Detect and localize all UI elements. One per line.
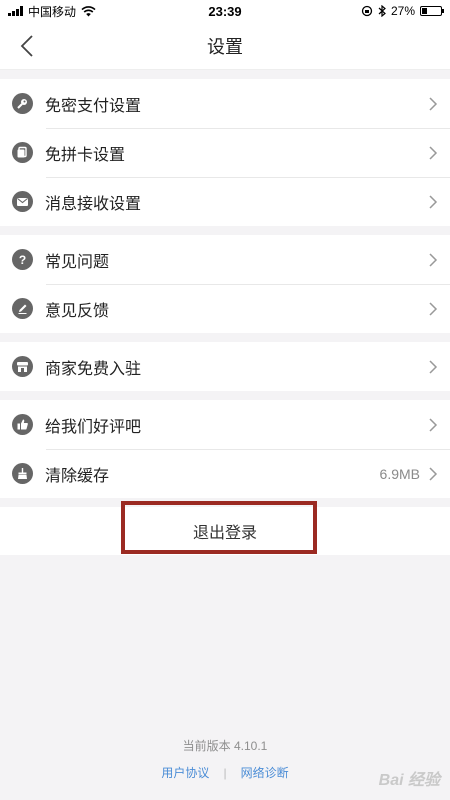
chevron-right-icon [429, 301, 438, 316]
row-faq[interactable]: ? 常见问题 [0, 235, 450, 284]
chevron-right-icon [429, 96, 438, 111]
bluetooth-icon [378, 5, 386, 17]
chevron-right-icon [429, 145, 438, 160]
user-agreement-link[interactable]: 用户协议 [161, 764, 209, 781]
row-label: 给我们好评吧 [45, 418, 142, 436]
row-rate-us[interactable]: 给我们好评吧 [0, 400, 450, 449]
nav-bar: 设置 [0, 22, 450, 70]
battery-percent: 27% [390, 4, 415, 18]
cache-size: 6.9MB [379, 465, 420, 482]
orientation-lock-icon [361, 5, 373, 17]
app-version: 当前版本 4.10.1 [182, 739, 268, 753]
battery-icon [420, 6, 444, 16]
row-label: 意见反馈 [45, 302, 110, 320]
chevron-right-icon [429, 194, 438, 209]
status-right: 27% [361, 4, 444, 18]
row-group-card-settings[interactable]: 免拼卡设置 [0, 128, 450, 177]
status-left: 中国移动 [8, 3, 96, 20]
row-label: 免密支付设置 [45, 97, 142, 115]
svg-text:?: ? [19, 253, 26, 266]
chevron-right-icon [429, 417, 438, 432]
row-label: 消息接收设置 [45, 195, 142, 213]
row-label: 常见问题 [45, 253, 110, 271]
mail-icon [12, 191, 33, 212]
chevron-right-icon [429, 252, 438, 267]
pencil-icon [12, 298, 33, 319]
network-diagnosis-link[interactable]: 网络诊断 [241, 764, 289, 781]
link-separator: | [223, 765, 227, 780]
wifi-icon [81, 5, 96, 16]
row-label: 清除缓存 [45, 467, 110, 485]
signal-icon [8, 6, 23, 16]
settings-group-merchant: 商家免费入驻 [0, 342, 450, 391]
chevron-right-icon [429, 359, 438, 374]
status-bar: 中国移动 23:39 27% [0, 0, 450, 22]
watermark-logo: Bai 经验 [378, 772, 440, 789]
chevron-right-icon [429, 466, 438, 481]
back-button[interactable] [14, 32, 40, 60]
thumbs-up-icon [12, 414, 33, 435]
row-clear-cache[interactable]: 清除缓存 6.9MB [0, 449, 450, 498]
question-icon: ? [12, 249, 33, 270]
row-feedback[interactable]: 意见反馈 [0, 284, 450, 333]
card-icon [12, 142, 33, 163]
row-label: 免拼卡设置 [45, 146, 126, 164]
row-merchant-signup[interactable]: 商家免费入驻 [0, 342, 450, 391]
page-title: 设置 [207, 36, 243, 57]
row-password-free-payment[interactable]: 免密支付设置 [0, 79, 450, 128]
highlight-annotation [121, 501, 317, 554]
key-icon [12, 93, 33, 114]
row-message-settings[interactable]: 消息接收设置 [0, 177, 450, 226]
broom-icon [12, 463, 33, 484]
logout-section: 退出登录 [0, 501, 450, 555]
store-icon [12, 356, 33, 377]
settings-group-payment: 免密支付设置 免拼卡设置 消息接收设置 [0, 79, 450, 226]
carrier-label: 中国移动 [28, 4, 77, 19]
settings-group-misc: 给我们好评吧 清除缓存 6.9MB [0, 400, 450, 498]
row-label: 商家免费入驻 [45, 360, 142, 378]
settings-group-support: ? 常见问题 意见反馈 [0, 235, 450, 333]
chevron-left-icon [20, 35, 33, 57]
